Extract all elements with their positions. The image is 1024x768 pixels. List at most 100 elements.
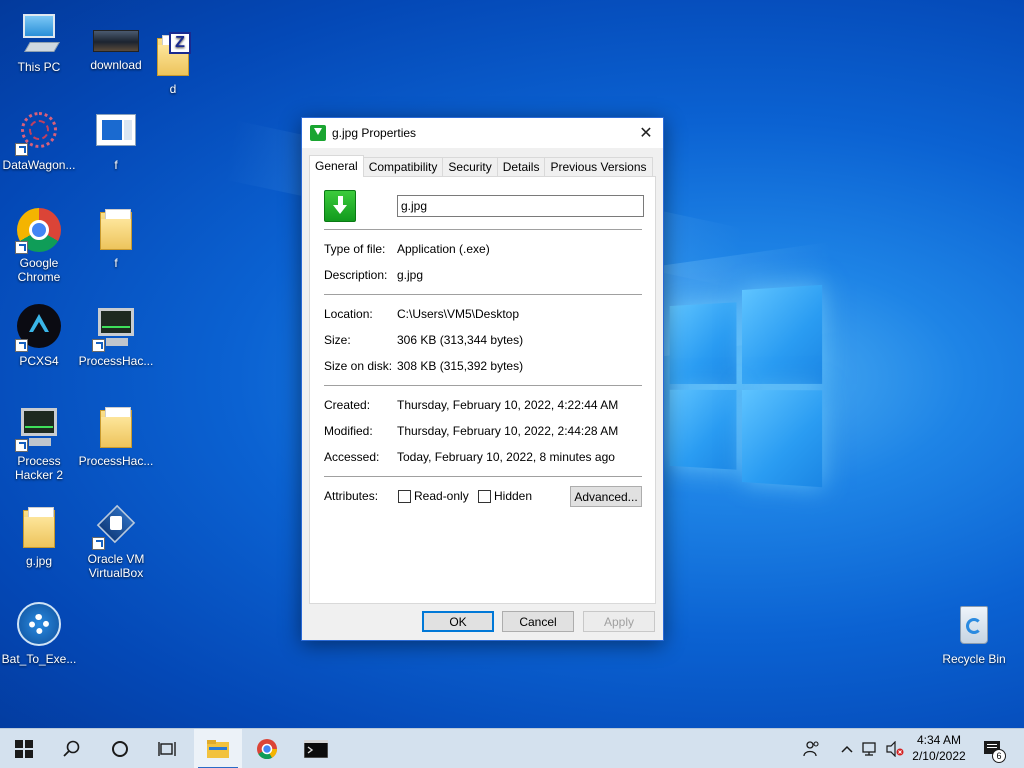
- network-button[interactable]: [860, 729, 882, 768]
- terminal-icon: [304, 740, 328, 758]
- advanced-button[interactable]: Advanced...: [570, 486, 642, 507]
- tab-security[interactable]: Security: [442, 157, 498, 177]
- desktop-icon-label: This PC: [17, 60, 61, 74]
- volume-muted-icon: [886, 741, 904, 757]
- desktop-icon-google-chrome[interactable]: Google Chrome: [1, 206, 77, 284]
- task-view-button[interactable]: [144, 729, 192, 768]
- location-label: Location:: [324, 307, 373, 321]
- search-button[interactable]: [48, 729, 96, 768]
- tab-previous-versions[interactable]: Previous Versions: [544, 157, 653, 177]
- desktop-icon-label: Process Hacker 2: [14, 454, 64, 482]
- people-button[interactable]: [800, 729, 824, 768]
- desktop-icon-processhacker-folder[interactable]: ProcessHac...: [78, 404, 154, 468]
- desktop-icon-pcxs4[interactable]: PCXS4: [1, 304, 77, 368]
- wallpaper-windows-logo: [669, 284, 823, 488]
- desktop-icon-label: PCXS4: [19, 354, 59, 368]
- created-label: Created:: [324, 398, 371, 412]
- cortana-button[interactable]: [96, 729, 144, 768]
- desktop-icon-bat-to-exe[interactable]: Bat_To_Exe...: [1, 602, 77, 666]
- notification-badge: 6: [992, 749, 1006, 763]
- command-prompt-button[interactable]: [292, 729, 340, 768]
- desktop-icon-label: g.jpg: [25, 554, 53, 568]
- desktop-icon-process-hacker-2[interactable]: Process Hacker 2: [1, 404, 77, 482]
- task-view-icon: [158, 742, 176, 756]
- chrome-taskbar-button[interactable]: [243, 729, 291, 768]
- desktop-icon-label: Google Chrome: [17, 256, 61, 284]
- ok-button[interactable]: OK: [422, 611, 494, 632]
- file-explorer-button[interactable]: [194, 729, 242, 768]
- tab-compatibility[interactable]: Compatibility: [362, 157, 444, 177]
- desktop-icon-datawagon[interactable]: DataWagon...: [1, 108, 77, 172]
- desktop-icon-label: Oracle VM VirtualBox: [87, 552, 145, 580]
- apply-button[interactable]: Apply: [583, 611, 655, 632]
- read-only-label[interactable]: Read-only: [414, 489, 469, 503]
- file-download-icon: [324, 190, 356, 222]
- general-tab-panel: Type of file: Application (.exe) Descrip…: [309, 176, 656, 604]
- cortana-circle-icon: [112, 741, 128, 757]
- desktop-icon-processhacker-shortcut[interactable]: ProcessHac...: [78, 304, 154, 368]
- accessed-value: Today, February 10, 2022, 8 minutes ago: [397, 450, 615, 464]
- image-thumbnail-icon: [92, 22, 140, 56]
- clock-date: 2/10/2022: [912, 749, 966, 763]
- description-label: Description:: [324, 268, 388, 282]
- modified-label: Modified:: [324, 424, 373, 438]
- close-button[interactable]: ✕: [629, 118, 663, 147]
- desktop-icon-d[interactable]: Z d: [135, 32, 211, 96]
- virtualbox-icon: [92, 502, 140, 550]
- desktop-icon-label: f: [114, 256, 118, 270]
- separator: [324, 294, 642, 295]
- hidden-checkbox[interactable]: [478, 490, 491, 503]
- desktop-icon-label: ProcessHac...: [78, 454, 154, 468]
- separator: [324, 476, 642, 477]
- modified-value: Thursday, February 10, 2022, 2:44:28 AM: [397, 424, 619, 438]
- accessed-label: Accessed:: [324, 450, 380, 464]
- desktop-icon-label: ProcessHac...: [78, 354, 154, 368]
- volume-button[interactable]: [884, 729, 906, 768]
- tab-details[interactable]: Details: [496, 157, 546, 177]
- desktop-icon-oracle-virtualbox[interactable]: Oracle VM VirtualBox: [78, 502, 154, 580]
- size-label: Size:: [324, 333, 351, 347]
- windows-logo-icon: [15, 740, 33, 758]
- dialog-titlebar[interactable]: g.jpg Properties ✕: [302, 118, 663, 148]
- shortcut-arrow-icon: [15, 339, 28, 352]
- shortcut-arrow-icon: [15, 439, 28, 452]
- type-of-file-label: Type of file:: [324, 242, 386, 256]
- size-on-disk-label: Size on disk:: [324, 359, 393, 373]
- notification-icon: 6: [982, 738, 1006, 763]
- clock-time: 4:34 AM: [916, 733, 962, 747]
- network-icon: [862, 742, 876, 756]
- folder-icon: [92, 404, 140, 452]
- clock[interactable]: 4:34 AM 2/10/2022: [908, 732, 970, 764]
- read-only-checkbox[interactable]: [398, 490, 411, 503]
- gear-icon: [15, 602, 63, 650]
- desktop-icon-recycle-bin[interactable]: Recycle Bin: [936, 602, 1012, 666]
- shortcut-arrow-icon: [92, 339, 105, 352]
- chrome-icon: [257, 739, 278, 760]
- chrome-icon: [15, 206, 63, 254]
- action-center-button[interactable]: 6: [978, 729, 1008, 768]
- desktop-icon-label: Recycle Bin: [942, 652, 1006, 666]
- folder-icon: [92, 206, 140, 254]
- start-button[interactable]: [0, 729, 48, 768]
- separator: [324, 229, 642, 230]
- desktop-icon-f-folder[interactable]: f: [78, 206, 154, 270]
- desktop-icon-f-window[interactable]: f: [78, 108, 154, 172]
- file-explorer-icon: [207, 740, 229, 758]
- desktop-icon-label: Bat_To_Exe...: [1, 652, 77, 666]
- close-icon: ✕: [639, 124, 653, 142]
- desktop-icon-this-pc[interactable]: This PC: [1, 10, 77, 74]
- file-name-input[interactable]: [397, 195, 644, 217]
- desktop-icon-g-jpg[interactable]: g.jpg: [1, 504, 77, 568]
- window-icon: [92, 108, 140, 156]
- shortcut-arrow-icon: [15, 143, 28, 156]
- pcxs4-icon: [15, 304, 63, 352]
- description-value: g.jpg: [397, 268, 424, 282]
- desktop-icon-label: d: [169, 82, 177, 96]
- tab-general[interactable]: General: [309, 155, 364, 177]
- search-icon: [63, 740, 80, 757]
- taskbar: 4:34 AM 2/10/2022 6: [0, 728, 1024, 768]
- show-hidden-icons-button[interactable]: [838, 729, 856, 768]
- desktop-icon-label: DataWagon...: [2, 158, 76, 172]
- hidden-label[interactable]: Hidden: [494, 489, 532, 503]
- cancel-button[interactable]: Cancel: [502, 611, 574, 632]
